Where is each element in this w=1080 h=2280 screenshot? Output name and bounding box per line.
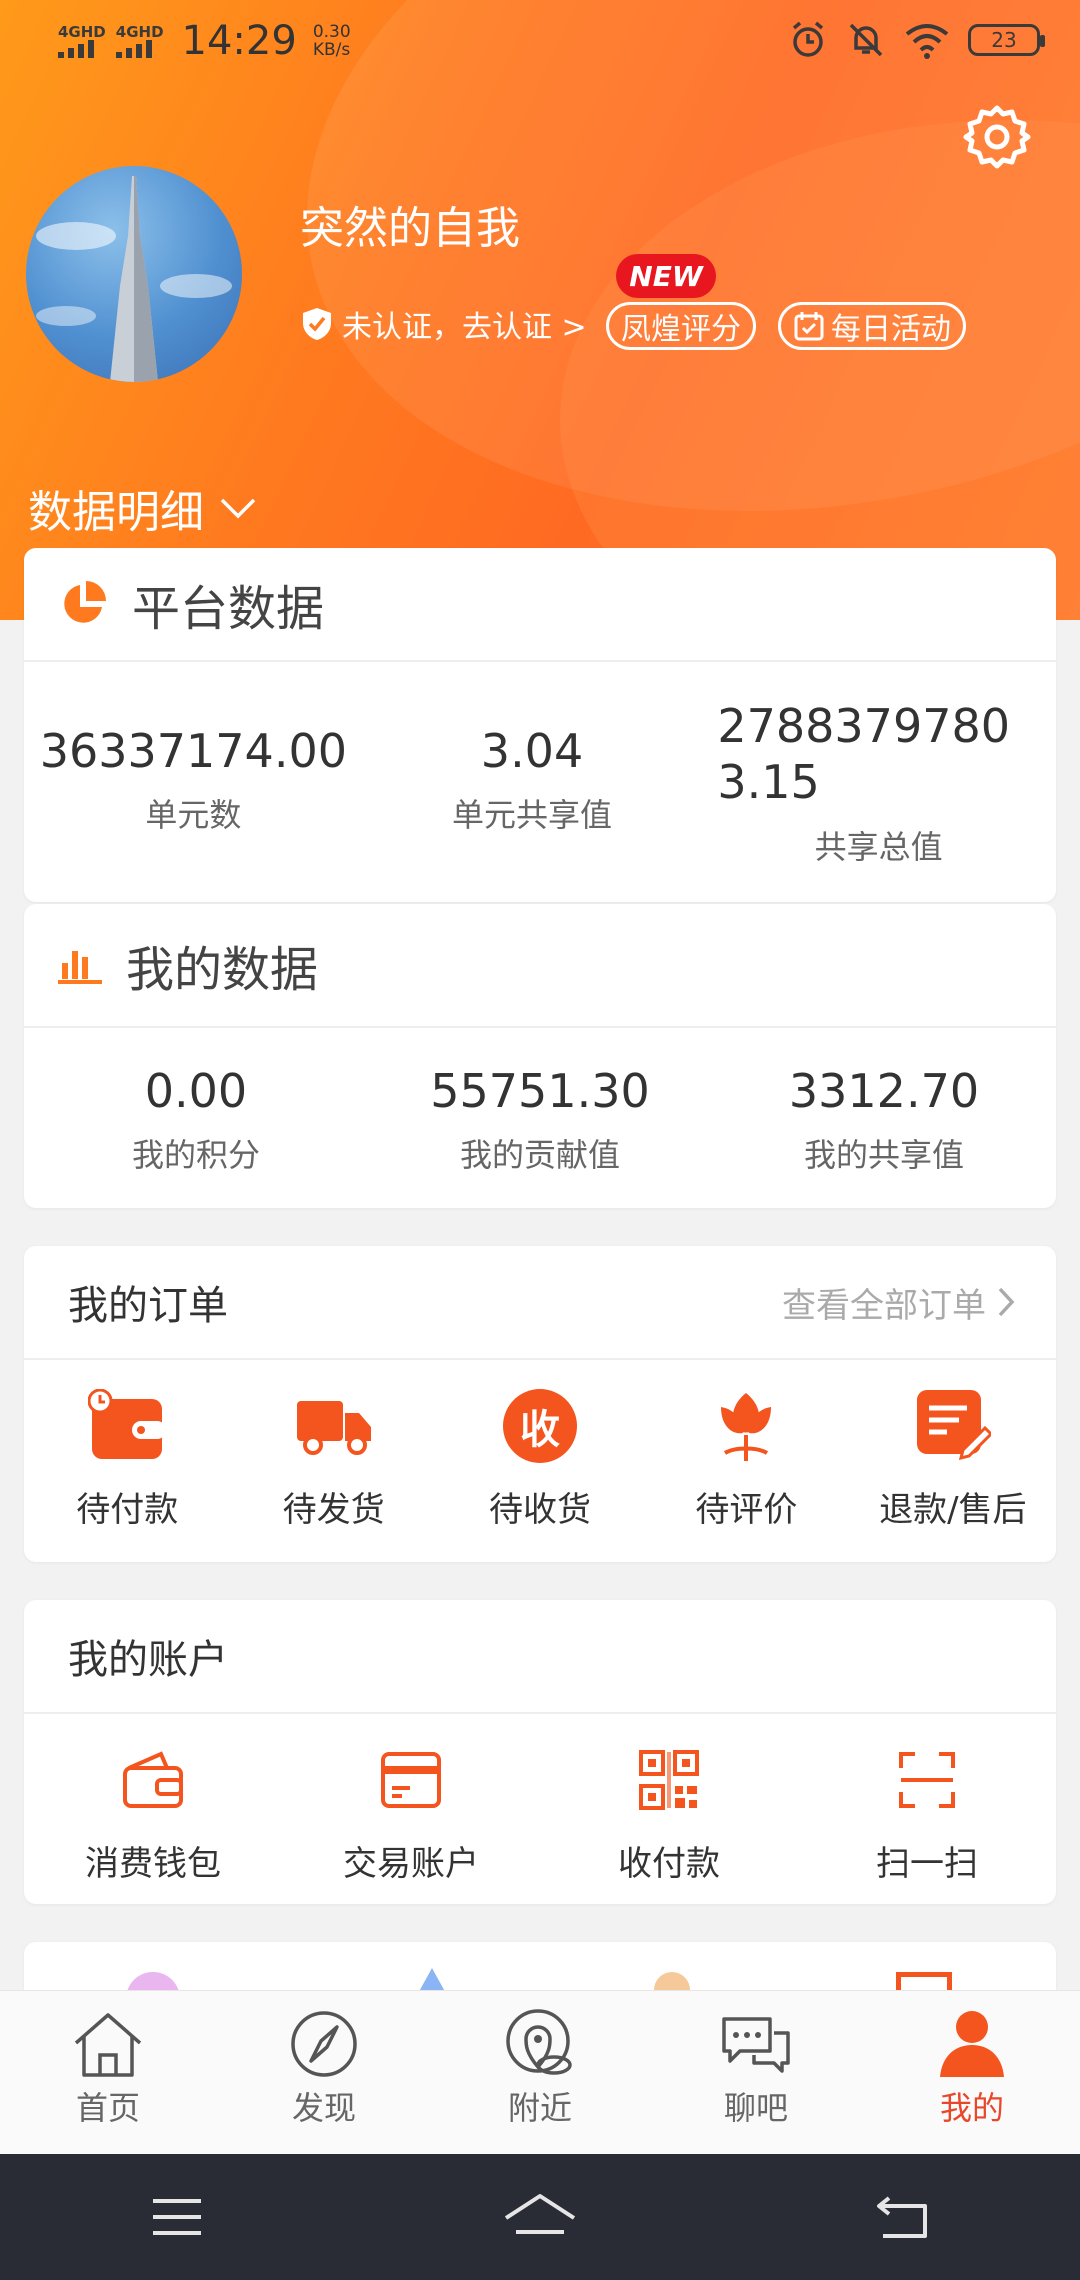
my-account-title: 我的账户 [68,1637,228,1683]
status-bar: 4GHD 4GHD 14:29 0.30 KB/s 23 [0,0,1080,84]
mute-bell-icon [849,23,883,57]
pie-chart-icon [64,581,106,623]
stat-my-points: 0.00 我的积分 [131,1064,260,1174]
order-pending-receipt[interactable]: 收 待收货 [437,1384,643,1531]
calendar-check-icon [794,312,824,341]
menu-icon[interactable] [149,2195,205,2239]
order-pending-payment[interactable]: 待付款 [24,1384,230,1531]
edit-note-icon [916,1390,991,1461]
bottom-tab-bar: 首页 发现 附近 聊吧 我的 [0,1990,1080,2154]
back-icon[interactable] [875,2192,931,2242]
compass-icon [291,2011,357,2077]
battery-indicator: 23 [968,24,1045,56]
tab-home[interactable]: 首页 [0,1991,216,2154]
order-pending-shipment[interactable]: 待发货 [230,1384,436,1531]
settings-gear-icon[interactable] [962,102,1032,172]
bar-chart-icon [58,951,102,984]
account-scan[interactable]: 扫一扫 [798,1738,1056,1885]
order-pending-review[interactable]: 待评价 [643,1384,849,1531]
home-icon [74,2013,142,2077]
chevron-right-icon [998,1287,1015,1317]
account-trading[interactable]: 交易账户 [282,1738,540,1885]
data-detail-toggle[interactable]: 数据明细 [28,476,258,540]
my-orders-card: 我的订单 查看全部订单 待付款 待发货 收 待收货 待评价 退款/售后 [24,1246,1056,1562]
tab-discover[interactable]: 发现 [216,1991,432,2154]
wallet-icon [123,1751,183,1808]
stat-unit-share-value: 3.04 单元共享值 [452,724,613,834]
username: 突然的自我 [300,203,520,254]
view-all-orders-link[interactable]: 查看全部订单 [782,1278,1016,1327]
stat-unit-count: 36337174.00 单元数 [39,724,347,834]
wallet-clock-icon [88,1389,167,1459]
truck-icon [296,1401,371,1455]
user-icon [940,2011,1004,2077]
shield-check-icon [303,308,331,340]
signal-2-icon: 4GHD [115,24,164,58]
profile-page: 4GHD 4GHD 14:29 0.30 KB/s 23 突然的自我 NEW 未… [0,0,1080,2280]
score-button[interactable]: 凤煌评分 [606,302,756,350]
card-icon [381,1752,441,1808]
my-data-title: 我的数据 [126,942,319,998]
platform-data-card: 平台数据 36337174.00 单元数 3.04 单元共享值 27883797… [24,548,1056,902]
signal-1-icon: 4GHD [58,24,106,58]
my-data-card: 我的数据 0.00 我的积分 55751.30 我的贡献值 3312.70 我的… [24,904,1056,1208]
flower-icon [721,1393,772,1461]
network-speed: 0.30 KB/s [312,22,351,60]
verify-link[interactable]: 未认证，去认证 > [300,302,587,346]
tab-mine[interactable]: 我的 [864,1991,1080,2154]
daily-activity-button[interactable]: 每日活动 [778,302,966,350]
my-account-card: 我的账户 消费钱包 交易账户 收付款 扫一扫 [24,1600,1056,1904]
home-nav-icon[interactable] [502,2192,578,2242]
platform-data-title: 平台数据 [132,581,325,637]
scan-icon [899,1752,955,1808]
stat-total-share: 27883797803.15 共享总值 [717,699,1011,866]
chat-icon [722,2017,790,2073]
order-refund-aftersale[interactable]: 退款/售后 [850,1384,1056,1531]
chevron-down-icon [220,498,256,519]
qrcode-icon [639,1750,699,1810]
avatar[interactable] [26,166,242,382]
location-icon [506,2009,572,2075]
stat-my-contribution: 55751.30 我的贡献值 [430,1064,650,1174]
receive-icon: 收 [503,1389,578,1463]
tab-nearby[interactable]: 附近 [432,1991,648,2154]
new-badge: NEW [616,254,716,298]
system-nav-bar [0,2154,1080,2280]
my-orders-title: 我的订单 [68,1283,228,1329]
account-payment[interactable]: 收付款 [540,1738,798,1885]
alarm-icon [792,21,824,57]
stat-my-share: 3312.70 我的共享值 [788,1064,980,1174]
profile-header: 4GHD 4GHD 14:29 0.30 KB/s 23 突然的自我 NEW 未… [0,0,1080,620]
account-wallet[interactable]: 消费钱包 [24,1738,282,1885]
wifi-icon [905,24,949,59]
clock: 14:29 [181,18,297,64]
tab-chat[interactable]: 聊吧 [648,1991,864,2154]
